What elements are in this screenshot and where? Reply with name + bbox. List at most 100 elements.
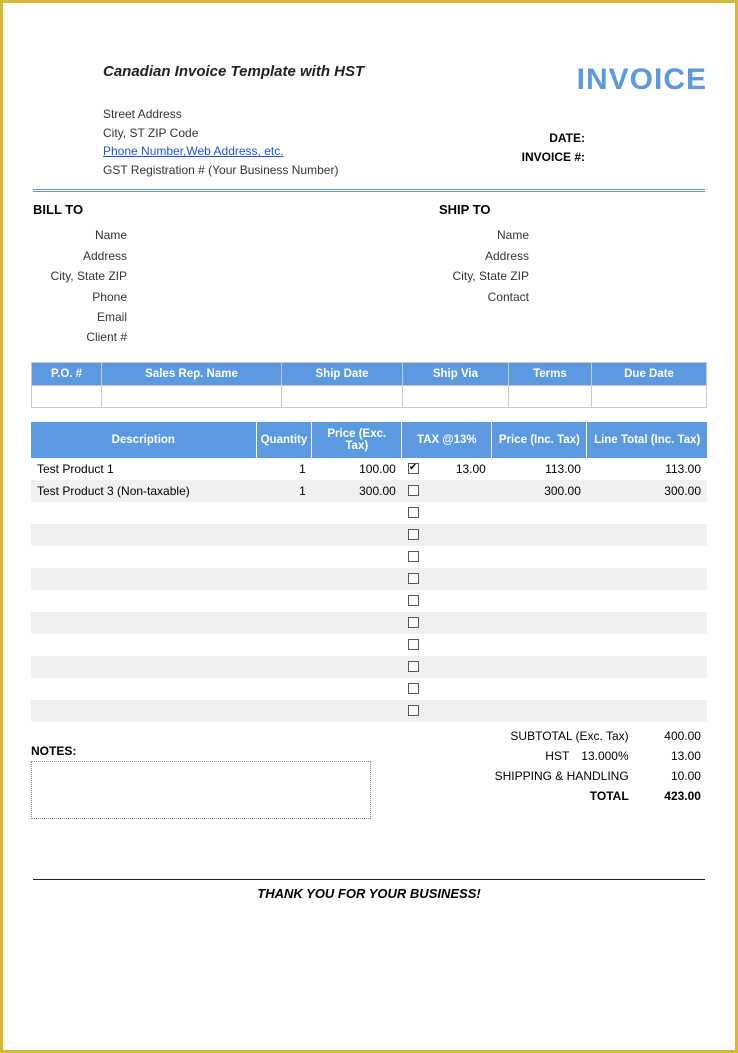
item-cell[interactable] — [256, 656, 312, 678]
tax-checkbox[interactable] — [408, 507, 419, 518]
tax-checkbox[interactable] — [408, 683, 419, 694]
item-cell[interactable] — [256, 700, 312, 722]
meta-cell[interactable] — [282, 385, 403, 407]
item-cell[interactable]: 1 — [256, 458, 312, 480]
tax-checkbox[interactable] — [408, 595, 419, 606]
item-cell[interactable] — [492, 634, 587, 656]
item-cell[interactable] — [587, 524, 707, 546]
item-cell[interactable] — [587, 502, 707, 524]
notes-box[interactable] — [31, 761, 371, 819]
item-cell[interactable] — [31, 656, 256, 678]
item-cell[interactable] — [492, 524, 587, 546]
item-cell[interactable] — [587, 700, 707, 722]
tax-checkbox[interactable] — [408, 573, 419, 584]
item-cell[interactable]: 300.00 — [492, 480, 587, 502]
item-tax-cell[interactable] — [402, 568, 492, 590]
item-cell[interactable]: 300.00 — [312, 480, 402, 502]
item-cell[interactable] — [256, 524, 312, 546]
tax-checkbox[interactable] — [408, 705, 419, 716]
item-cell[interactable] — [31, 546, 256, 568]
item-tax-cell[interactable] — [402, 590, 492, 612]
item-cell[interactable] — [31, 502, 256, 524]
item-tax-cell[interactable] — [402, 656, 492, 678]
hst-rate: 13.000% — [575, 746, 634, 766]
item-cell[interactable] — [31, 634, 256, 656]
meta-cell[interactable] — [508, 385, 591, 407]
item-cell[interactable] — [492, 656, 587, 678]
item-cell[interactable] — [256, 502, 312, 524]
item-cell[interactable] — [256, 612, 312, 634]
item-cell[interactable] — [492, 678, 587, 700]
item-cell[interactable] — [312, 612, 402, 634]
item-tax-cell[interactable] — [402, 678, 492, 700]
meta-cell[interactable] — [592, 385, 707, 407]
item-cell[interactable] — [312, 524, 402, 546]
item-tax-cell[interactable] — [402, 480, 492, 502]
item-cell[interactable] — [312, 568, 402, 590]
item-cell[interactable] — [492, 502, 587, 524]
from-contact-link[interactable]: Phone Number,Web Address, etc. — [103, 144, 284, 158]
item-cell[interactable] — [31, 700, 256, 722]
item-cell[interactable] — [256, 678, 312, 700]
item-cell[interactable] — [312, 656, 402, 678]
item-cell[interactable] — [312, 700, 402, 722]
item-cell[interactable] — [31, 524, 256, 546]
total-label: TOTAL — [403, 786, 635, 806]
hst-label: HST — [403, 746, 575, 766]
item-cell[interactable] — [587, 568, 707, 590]
item-cell[interactable]: 113.00 — [492, 458, 587, 480]
item-cell[interactable] — [587, 546, 707, 568]
meta-cell[interactable] — [102, 385, 282, 407]
tax-checkbox[interactable] — [408, 463, 419, 474]
item-cell[interactable] — [256, 546, 312, 568]
item-tax-cell[interactable] — [402, 502, 492, 524]
from-street: Street Address — [103, 105, 707, 124]
item-row — [31, 568, 707, 590]
item-cell[interactable] — [492, 612, 587, 634]
item-cell[interactable] — [256, 634, 312, 656]
tax-checkbox[interactable] — [408, 529, 419, 540]
item-row — [31, 590, 707, 612]
item-tax-cell[interactable] — [402, 700, 492, 722]
item-cell[interactable]: 300.00 — [587, 480, 707, 502]
item-row — [31, 700, 707, 722]
item-cell[interactable] — [587, 678, 707, 700]
item-cell[interactable] — [256, 590, 312, 612]
item-cell[interactable]: 100.00 — [312, 458, 402, 480]
item-cell[interactable]: Test Product 1 — [31, 458, 256, 480]
item-cell[interactable] — [587, 634, 707, 656]
item-cell[interactable] — [492, 568, 587, 590]
item-cell[interactable]: 1 — [256, 480, 312, 502]
item-tax-cell[interactable] — [402, 634, 492, 656]
tax-checkbox[interactable] — [408, 661, 419, 672]
tax-checkbox[interactable] — [408, 551, 419, 562]
item-cell[interactable]: Test Product 3 (Non-taxable) — [31, 480, 256, 502]
item-cell[interactable] — [492, 700, 587, 722]
item-cell[interactable] — [492, 546, 587, 568]
item-cell[interactable] — [31, 678, 256, 700]
item-tax-cell[interactable]: 13.00 — [402, 458, 492, 480]
item-cell[interactable] — [587, 590, 707, 612]
item-cell[interactable] — [312, 634, 402, 656]
item-tax-cell[interactable] — [402, 612, 492, 634]
tax-checkbox[interactable] — [408, 485, 419, 496]
item-tax-cell[interactable] — [402, 546, 492, 568]
item-cell[interactable] — [492, 590, 587, 612]
meta-cell[interactable] — [32, 385, 102, 407]
item-cell[interactable] — [312, 502, 402, 524]
item-cell[interactable] — [31, 612, 256, 634]
item-cell[interactable]: 113.00 — [587, 458, 707, 480]
item-cell[interactable] — [31, 590, 256, 612]
item-cell[interactable] — [31, 568, 256, 590]
item-col-header: TAX @13% — [402, 422, 492, 458]
item-cell[interactable] — [587, 656, 707, 678]
meta-cell[interactable] — [403, 385, 509, 407]
item-cell[interactable] — [312, 546, 402, 568]
tax-checkbox[interactable] — [408, 639, 419, 650]
item-cell[interactable] — [312, 678, 402, 700]
item-cell[interactable] — [312, 590, 402, 612]
tax-checkbox[interactable] — [408, 617, 419, 628]
item-tax-cell[interactable] — [402, 524, 492, 546]
item-cell[interactable] — [256, 568, 312, 590]
item-cell[interactable] — [587, 612, 707, 634]
